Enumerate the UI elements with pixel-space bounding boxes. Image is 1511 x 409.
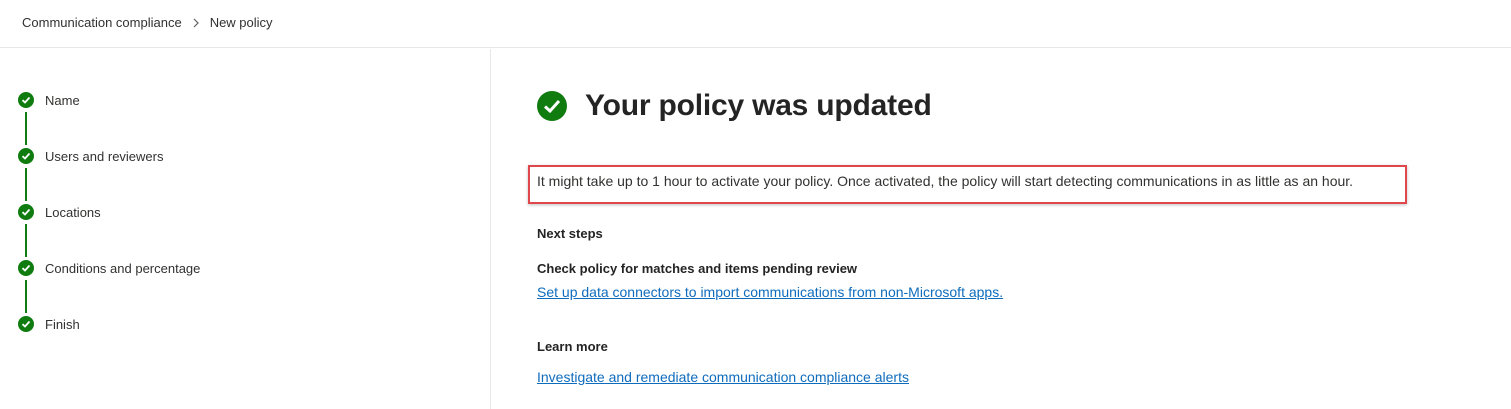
investigate-alerts-link[interactable]: Investigate and remediate communication … xyxy=(537,369,909,385)
checkmark-circle-icon xyxy=(18,204,34,220)
step-connector xyxy=(25,168,27,201)
step-connector xyxy=(25,280,27,313)
learn-more-heading: Learn more xyxy=(537,339,608,354)
step-locations[interactable]: Locations xyxy=(18,203,101,221)
checkmark-circle-icon xyxy=(18,260,34,276)
step-users-and-reviewers[interactable]: Users and reviewers xyxy=(18,147,164,165)
checkmark-circle-icon xyxy=(18,148,34,164)
step-label: Conditions and percentage xyxy=(45,260,201,276)
title-row: Your policy was updated xyxy=(537,89,932,123)
top-bar: Communication compliance New policy xyxy=(0,0,1511,48)
breadcrumb-current-page: New policy xyxy=(209,15,273,30)
checkmark-circle-icon xyxy=(18,92,34,108)
breadcrumb: Communication compliance New policy xyxy=(22,15,273,30)
breadcrumb-communication-compliance[interactable]: Communication compliance xyxy=(22,15,182,30)
chevron-right-icon xyxy=(191,17,201,29)
checkmark-circle-icon xyxy=(537,91,567,121)
step-name[interactable]: Name xyxy=(18,91,80,109)
main-content: Your policy was updated It might take up… xyxy=(492,49,1511,409)
activation-message: It might take up to 1 hour to activate y… xyxy=(537,173,1354,189)
checkmark-circle-icon xyxy=(18,316,34,332)
step-conditions-and-percentage[interactable]: Conditions and percentage xyxy=(18,259,200,277)
next-steps-subheading: Check policy for matches and items pendi… xyxy=(537,261,858,276)
page-title: Your policy was updated xyxy=(585,89,932,122)
step-finish[interactable]: Finish xyxy=(18,315,80,333)
data-connectors-link[interactable]: Set up data connectors to import communi… xyxy=(537,284,1003,300)
step-label: Name xyxy=(45,92,80,108)
next-steps-heading: Next steps xyxy=(537,226,603,241)
step-connector xyxy=(25,112,27,145)
step-label: Locations xyxy=(45,204,101,220)
step-label: Users and reviewers xyxy=(45,148,164,164)
wizard-steps-panel: Name Users and reviewers Locations Condi… xyxy=(0,49,491,409)
step-label: Finish xyxy=(45,316,80,332)
step-connector xyxy=(25,224,27,257)
